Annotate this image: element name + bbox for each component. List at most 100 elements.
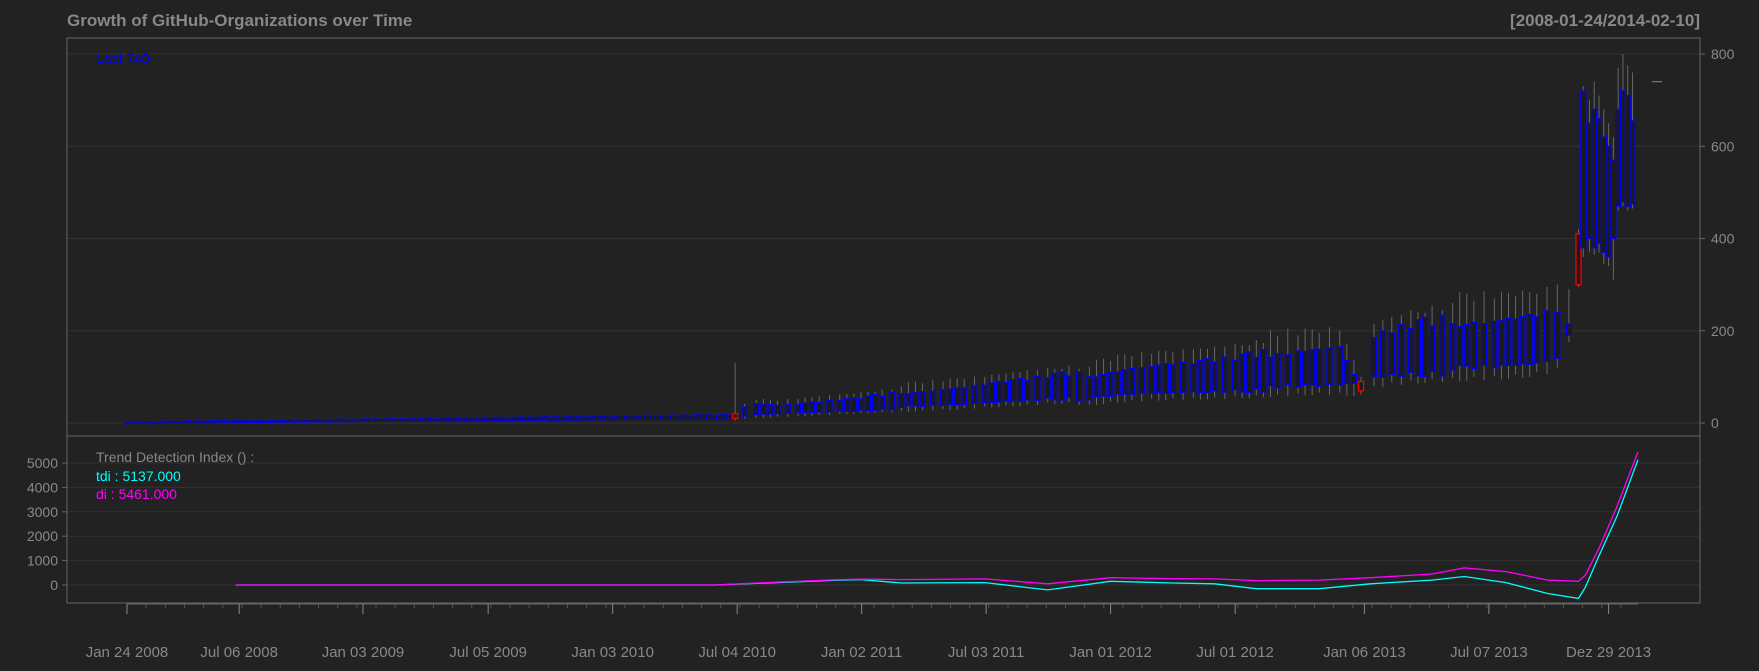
candle-body	[1421, 316, 1429, 378]
early-candle-body	[159, 420, 166, 424]
early-candle-body	[200, 421, 207, 424]
candle-body	[1239, 353, 1246, 393]
early-candle-body	[154, 421, 161, 424]
early-candle-body	[506, 417, 513, 421]
early-candle-body	[302, 419, 309, 423]
candle-body	[1379, 330, 1386, 378]
early-candle-body	[675, 415, 682, 420]
x-axis-tick-label: Jul 05 2009	[449, 644, 527, 661]
early-candle-body	[328, 419, 335, 423]
candle-body	[1107, 371, 1114, 397]
candle-body	[1260, 348, 1267, 393]
early-candle-body	[205, 420, 212, 424]
candle-body	[1274, 353, 1281, 389]
candle-body	[1449, 323, 1456, 371]
early-candle-body	[149, 421, 156, 424]
candle-body	[1565, 323, 1573, 336]
x-axis-tick-label: Jan 02 2011	[821, 644, 902, 661]
candle-body	[857, 398, 865, 411]
early-candle-body	[420, 418, 426, 422]
early-candle-body	[588, 415, 595, 421]
candle-body	[888, 391, 895, 411]
candle-body	[1309, 349, 1316, 386]
candle-body	[767, 403, 774, 415]
candle-body	[1480, 323, 1488, 366]
early-candle-body	[277, 420, 284, 423]
candle-body	[864, 395, 872, 412]
candle-body	[1246, 351, 1253, 394]
candle-body	[1162, 362, 1169, 394]
candle-body	[1512, 318, 1519, 366]
early-candle-body	[124, 422, 130, 424]
candle-body	[1580, 90, 1587, 249]
early-candle-body	[292, 419, 299, 423]
candle-body	[731, 413, 739, 419]
early-candle-body	[491, 416, 498, 422]
candle-body	[1065, 375, 1072, 398]
early-candle-body	[542, 415, 549, 421]
candle-body	[1463, 323, 1470, 367]
early-candle-body	[557, 416, 564, 421]
early-candle-body	[379, 419, 386, 422]
candle-body	[1138, 367, 1145, 394]
early-candle-body	[231, 420, 238, 424]
early-candle-body	[318, 419, 324, 423]
early-candle-body	[241, 420, 248, 423]
early-candle-body	[430, 418, 437, 422]
early-candle-body	[460, 417, 467, 422]
early-candle-body	[695, 414, 702, 420]
early-candle-body	[583, 416, 590, 421]
early-candle-body	[685, 415, 692, 420]
candle-body	[1253, 356, 1260, 390]
early-candle-body	[466, 416, 472, 422]
candle-body	[929, 390, 936, 406]
early-candle-body	[614, 415, 620, 421]
early-candle-body	[297, 419, 304, 423]
candle-body	[1093, 376, 1100, 398]
candle-body	[1398, 324, 1405, 377]
early-candle-body	[364, 418, 370, 423]
early-candle-body	[665, 415, 671, 420]
chart-canvas: Growth of GitHub-Organizations over Time…	[0, 0, 1759, 671]
early-candle-body	[170, 420, 176, 424]
early-candle-body	[455, 418, 462, 422]
x-axis-tick-label: Jan 03 2010	[571, 644, 654, 661]
x-axis-tick-label: Jan 03 2009	[322, 644, 405, 661]
candle-body	[871, 393, 879, 412]
candle-body	[784, 404, 791, 414]
early-candle-body	[384, 418, 391, 422]
candle-body	[741, 406, 748, 417]
early-candle-body	[251, 420, 258, 423]
candle-body	[939, 389, 947, 407]
candle-body	[1024, 379, 1031, 401]
candle-body	[1629, 120, 1636, 205]
early-candle-body	[573, 416, 580, 421]
chart-title: Growth of GitHub-Organizations over Time	[67, 11, 412, 30]
candle-body	[1456, 326, 1463, 366]
early-candle-body	[440, 417, 447, 422]
early-candle-body	[409, 418, 416, 422]
candle-body	[1051, 372, 1058, 401]
candle-body	[1197, 359, 1204, 393]
candle-body	[774, 404, 781, 415]
early-candle-body	[654, 414, 661, 420]
candle-body	[1221, 356, 1228, 393]
candle-body	[1086, 376, 1093, 401]
early-candle-body	[399, 417, 406, 422]
candle-body	[1169, 364, 1176, 394]
early-candle-body	[598, 416, 605, 421]
candle-body	[1429, 325, 1436, 372]
candle-body	[1316, 348, 1323, 387]
tdi-panel-label: Trend Detection Index () :	[96, 449, 254, 465]
early-candle-body	[629, 415, 636, 421]
early-candle-body	[450, 417, 457, 422]
candle-body	[1009, 379, 1017, 402]
early-candle-body	[282, 419, 289, 423]
early-candle-body	[522, 417, 529, 421]
tdi-y-tick-label: 3000	[27, 504, 58, 520]
candle-body	[1002, 381, 1010, 402]
price-y-tick-label: 200	[1711, 323, 1735, 339]
early-candle-body	[287, 419, 294, 423]
early-candle-body	[164, 421, 171, 424]
candle-body	[801, 402, 809, 414]
